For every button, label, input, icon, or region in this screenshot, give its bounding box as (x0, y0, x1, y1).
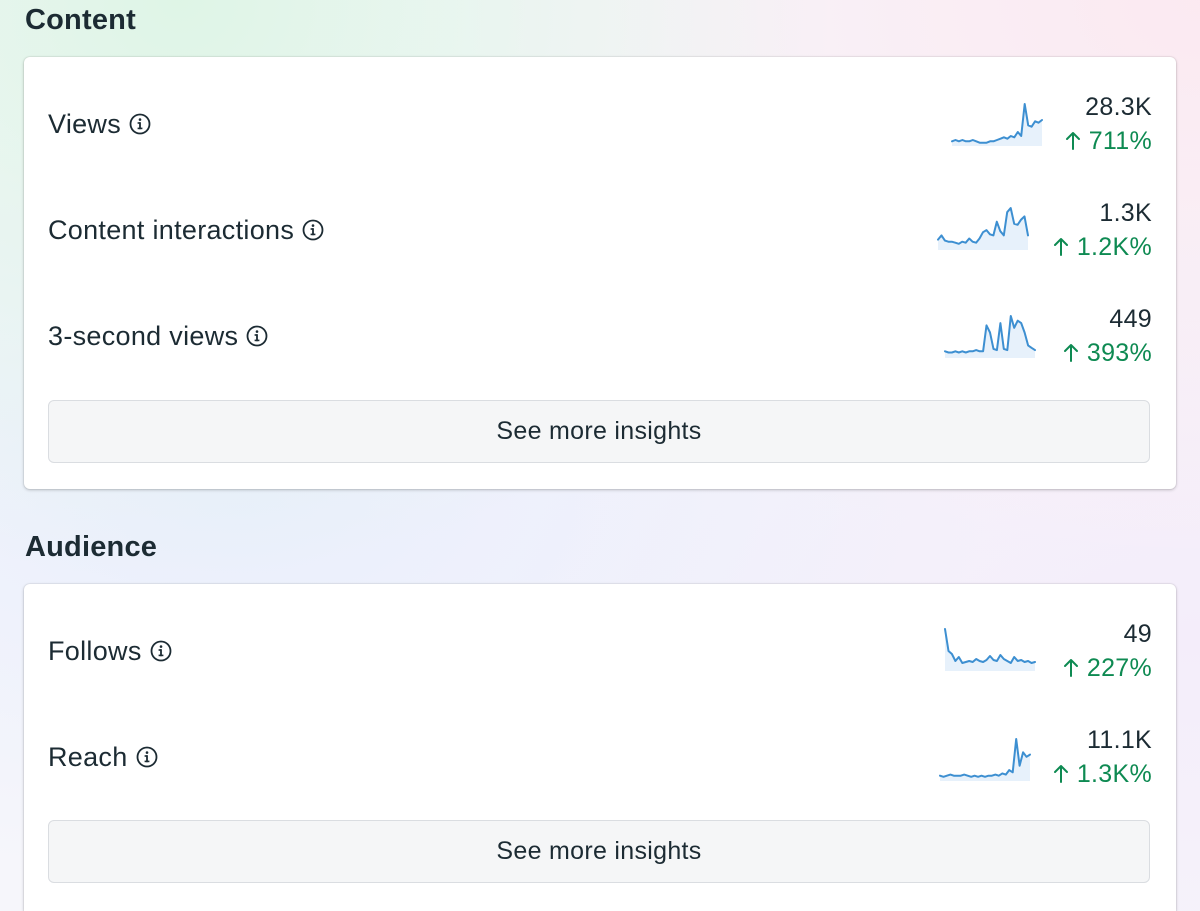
sparkline-reach (939, 737, 1031, 781)
arrow-up-icon (1053, 237, 1069, 257)
metric-row-content-interactions: Content interactions 1.3K 1.2K% (24, 190, 1176, 270)
metric-values-content-interactions: 1.3K 1.2K% (1053, 190, 1152, 270)
metric-label-views: Views (48, 108, 122, 139)
content-card: Views 28.3K 711% Content interactions 1.… (24, 57, 1176, 489)
metric-values-views: 28.3K 711% (1065, 84, 1152, 164)
metric-change-value: 711% (1088, 127, 1152, 155)
metric-values-reach: 11.1K 1.3K% (1053, 717, 1152, 797)
metric-label-group: Reach (48, 717, 158, 797)
metric-label-reach: Reach (48, 741, 128, 772)
arrow-up-icon (1065, 131, 1081, 151)
arrow-up-icon (1053, 764, 1069, 784)
see-more-insights-button[interactable]: See more insights (48, 400, 1150, 463)
metric-label-follows: Follows (48, 635, 142, 666)
sparkline-svg (951, 103, 1043, 146)
info-icon[interactable] (302, 219, 324, 241)
see-more-insights-button[interactable]: See more insights (48, 820, 1150, 883)
metric-values-follows: 49 227% (1063, 611, 1152, 691)
metric-change-views: 711% (1065, 124, 1152, 158)
arrow-up-icon (1063, 343, 1079, 363)
metric-label-group: Views (48, 84, 151, 164)
metric-value-3-second-views: 449 (1109, 305, 1152, 333)
metric-change-value: 1.2K% (1076, 233, 1152, 261)
metric-row-follows: Follows 49 227% (24, 611, 1176, 691)
metric-value-reach: 11.1K (1087, 726, 1152, 754)
metric-row-3-second-views: 3-second views 449 393% (24, 296, 1176, 376)
sparkline-views (951, 102, 1043, 146)
content-section-title: Content (25, 4, 136, 36)
sparkline-area (945, 629, 1035, 671)
metric-label-content-interactions: Content interactions (48, 214, 295, 245)
audience-section-title: Audience (25, 531, 158, 563)
metric-change-value: 227% (1086, 654, 1152, 682)
metric-row-views: Views 28.3K 711% (24, 84, 1176, 164)
metric-value-content-interactions: 1.3K (1099, 199, 1152, 227)
metric-change-3-second-views: 393% (1063, 336, 1152, 370)
sparkline-svg (944, 315, 1036, 358)
metric-change-value: 1.3K% (1076, 760, 1152, 788)
metric-row-reach: Reach 11.1K 1.3K% (24, 717, 1176, 797)
metric-values-3-second-views: 449 393% (1063, 296, 1152, 376)
sparkline-svg (939, 738, 1031, 781)
sparkline-svg (937, 207, 1029, 250)
info-icon[interactable] (136, 746, 158, 768)
metric-value-views: 28.3K (1085, 93, 1152, 121)
sparkline-follows (944, 627, 1036, 671)
arrow-up-icon (1063, 658, 1079, 678)
metric-label-3-second-views: 3-second views (48, 320, 239, 351)
sparkline-area (938, 208, 1028, 250)
metric-change-content-interactions: 1.2K% (1053, 230, 1152, 264)
metric-label-group: Content interactions (48, 190, 324, 270)
sparkline-3-second-views (944, 314, 1036, 358)
sparkline-content-interactions (937, 206, 1029, 250)
metric-label-group: 3-second views (48, 296, 268, 376)
audience-card: Follows 49 227% Reach 11.1K 1.3K% See mo… (24, 584, 1176, 911)
metric-change-follows: 227% (1063, 651, 1152, 685)
sparkline-svg (944, 628, 1036, 671)
info-icon[interactable] (150, 640, 172, 662)
metric-change-value: 393% (1086, 339, 1152, 367)
metric-label-group: Follows (48, 611, 172, 691)
metric-value-follows: 49 (1123, 620, 1152, 648)
info-icon[interactable] (246, 325, 268, 347)
info-icon[interactable] (129, 113, 151, 135)
metric-change-reach: 1.3K% (1053, 757, 1152, 791)
